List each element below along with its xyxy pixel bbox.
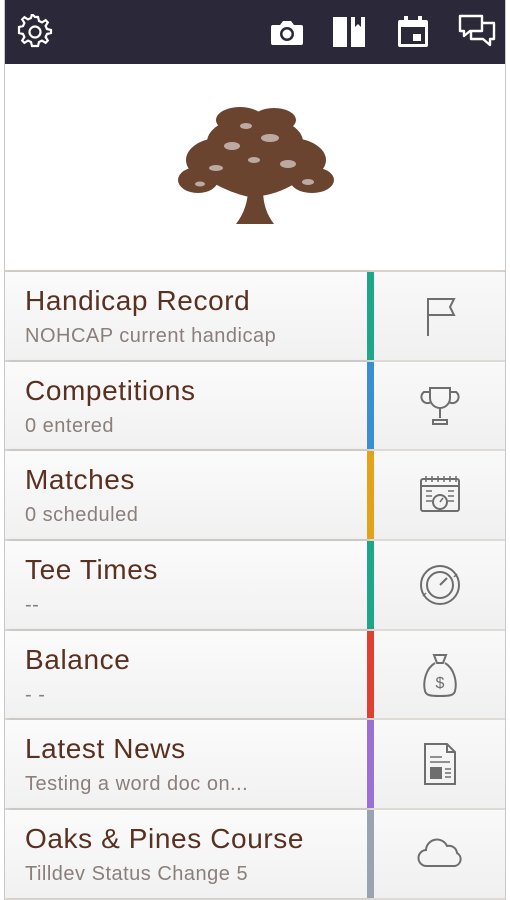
- menu-item-color-stripe: [367, 541, 374, 629]
- document-icon: [423, 743, 456, 786]
- menu-item-subtitle: NOHCAP current handicap: [25, 325, 277, 347]
- menu-item-title: Competitions: [25, 374, 196, 406]
- menu-item-tee-times[interactable]: Tee Times --: [5, 541, 505, 631]
- menu-item-icon-area: [374, 720, 505, 809]
- menu-item-text: Tee Times --: [5, 541, 367, 629]
- menu-item-color-stripe: [367, 451, 374, 540]
- calendar-button[interactable]: [391, 10, 435, 54]
- menu-item-text: Competitions 0 entered: [5, 361, 367, 450]
- menu-item-icon-area: $: [374, 630, 505, 719]
- menu-item-color-stripe: [367, 810, 374, 898]
- book-button[interactable]: [327, 10, 371, 54]
- cloud-icon: [417, 838, 462, 867]
- camera-icon: [271, 21, 303, 45]
- club-logo-area: [5, 64, 505, 270]
- menu-item-title: Matches: [25, 464, 136, 496]
- menu-item-text: Oaks & Pines Course Tilldev Status Chang…: [5, 810, 367, 898]
- chat-icon: [458, 14, 496, 47]
- menu-item-icon-area: [374, 361, 505, 450]
- main-menu: Handicap Record NOHCAP current handicap …: [5, 270, 505, 900]
- menu-item-subtitle: 0 scheduled: [25, 504, 139, 527]
- trophy-icon: [419, 386, 460, 425]
- menu-item-icon-area: [374, 272, 505, 360]
- menu-item-subtitle: Testing a word doc on...: [25, 773, 249, 796]
- top-bar: [5, 0, 505, 64]
- menu-item-subtitle: --: [25, 594, 40, 617]
- menu-item-color-stripe: [367, 272, 374, 360]
- menu-item-title: Balance: [25, 643, 131, 675]
- svg-text:$: $: [435, 675, 444, 692]
- flag-icon: [426, 297, 456, 336]
- book-icon: [333, 17, 365, 47]
- menu-item-matches[interactable]: Matches 0 scheduled: [5, 451, 505, 542]
- menu-item-title: Oaks & Pines Course: [25, 823, 305, 855]
- menu-item-subtitle: Tilldev Status Change 5: [25, 863, 249, 886]
- messages-button[interactable]: [455, 10, 499, 54]
- menu-item-competitions[interactable]: Competitions 0 entered: [5, 361, 505, 452]
- menu-item-color-stripe: [367, 720, 374, 809]
- menu-item-balance[interactable]: Balance - - $: [5, 630, 505, 721]
- menu-item-text: Balance - -: [5, 630, 367, 719]
- gear-icon: [17, 14, 53, 48]
- camera-button[interactable]: [265, 10, 309, 54]
- match-calendar-icon: [419, 476, 460, 513]
- menu-item-color-stripe: [367, 361, 374, 450]
- clock-icon: [419, 564, 460, 605]
- menu-item-color-stripe: [367, 630, 374, 719]
- menu-item-text: Matches 0 scheduled: [5, 451, 367, 540]
- menu-item-text: Latest News Testing a word doc on...: [5, 720, 367, 809]
- menu-item-text: Handicap Record NOHCAP current handicap: [5, 272, 367, 360]
- menu-item-subtitle: - -: [25, 683, 46, 706]
- menu-item-subtitle: 0 entered: [25, 414, 115, 437]
- menu-item-oaks-pines-course[interactable]: Oaks & Pines Course Tilldev Status Chang…: [5, 810, 505, 900]
- money-bag-icon: $: [422, 653, 457, 697]
- settings-button[interactable]: [13, 10, 57, 54]
- menu-item-title: Latest News: [25, 733, 186, 765]
- menu-item-title: Tee Times: [25, 554, 158, 586]
- menu-item-icon-area: [374, 451, 505, 540]
- menu-item-icon-area: [374, 810, 505, 898]
- calendar-icon: [398, 16, 428, 47]
- menu-item-icon-area: [374, 541, 505, 629]
- menu-item-handicap-record[interactable]: Handicap Record NOHCAP current handicap: [5, 272, 505, 362]
- menu-item-latest-news[interactable]: Latest News Testing a word doc on...: [5, 720, 505, 811]
- app-frame: Handicap Record NOHCAP current handicap …: [4, 0, 506, 900]
- oak-tree-logo: [178, 107, 334, 224]
- menu-item-title: Handicap Record: [25, 285, 251, 316]
